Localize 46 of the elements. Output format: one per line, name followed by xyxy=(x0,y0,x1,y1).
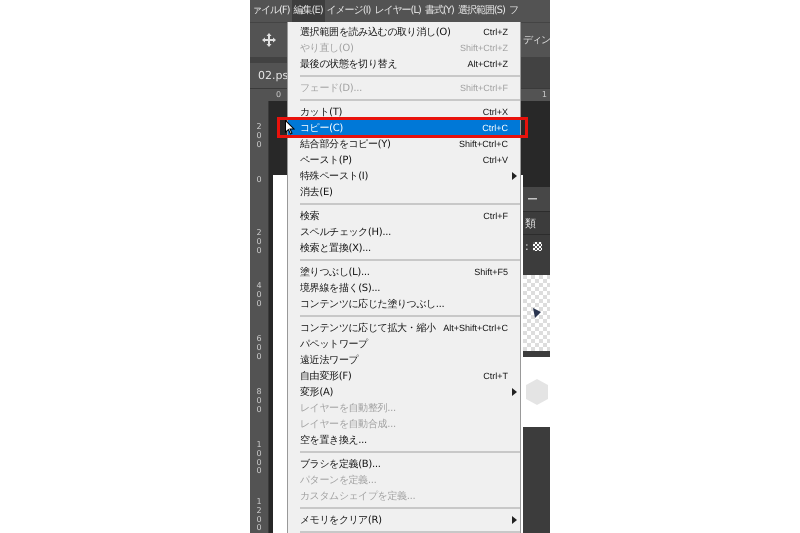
menu-item[interactable]: 結合部分をコピー(Y) Shift+Ctrl+C xyxy=(288,136,520,152)
options-text: ディン xyxy=(523,34,550,47)
menu-item[interactable]: ペースト(P) Ctrl+V xyxy=(288,152,520,168)
menu-item[interactable]: 境界線を描く(S)... xyxy=(288,280,520,296)
menu-bar-item[interactable]: ァイル(F) xyxy=(250,0,292,22)
menu-item[interactable]: 遠近法ワープ xyxy=(288,352,520,368)
ruler-number: 0 xyxy=(255,176,263,186)
menu-item[interactable]: メモリをクリア(R) xyxy=(288,512,520,528)
ruler-number: 200 xyxy=(255,229,263,257)
ruler-number: 1 xyxy=(542,89,547,101)
menu-bar-item[interactable]: イメージ(I) xyxy=(324,0,372,22)
menu-item[interactable]: 変形(A) xyxy=(288,384,520,400)
menu-item[interactable]: コンテンツに応じた塗りつぶし... xyxy=(288,296,520,312)
layer-thumbnail[interactable] xyxy=(523,357,550,427)
layer-thumbnail[interactable] xyxy=(523,275,550,351)
ruler-number: 200 xyxy=(255,123,263,151)
menu-item[interactable]: 特殊ペースト(I) xyxy=(288,168,520,184)
menu-item[interactable]: カット(T) Ctrl+X xyxy=(288,104,520,120)
menu-item[interactable]: 選択範囲を読み込むの取り消し(O) Ctrl+Z xyxy=(288,24,520,40)
menu-bar-item[interactable]: 編集(E) xyxy=(292,0,325,22)
menu-item[interactable]: ブラシを定義(B)... xyxy=(288,456,520,472)
cursor-icon xyxy=(285,120,295,135)
menu-bar-item[interactable]: 書式(Y) xyxy=(422,0,456,22)
ruler-number: 1200 xyxy=(255,498,263,533)
ruler-number: 600 xyxy=(255,335,263,363)
ruler-number: 400 xyxy=(255,282,263,310)
menu-bar-item[interactable]: フ xyxy=(506,0,520,22)
menu-item[interactable]: パペットワープ xyxy=(288,336,520,352)
move-icon[interactable] xyxy=(262,33,276,47)
menu-item[interactable]: 検索 Ctrl+F xyxy=(288,208,520,224)
colon-text: : xyxy=(525,240,529,252)
ruler-number: 1000 xyxy=(255,441,263,476)
menu-item[interactable]: コンテンツに応じて拡大・縮小 Alt+Shift+Ctrl+C xyxy=(288,320,520,336)
ruler-number: 0 xyxy=(276,89,282,101)
menu-item[interactable]: 自由変形(F) Ctrl+T xyxy=(288,368,520,384)
menu-item[interactable]: 塗りつぶし(L)... Shift+F5 xyxy=(288,264,520,280)
menu-item[interactable]: 消去(E) xyxy=(288,184,520,200)
menu-item[interactable]: 空を置き換え... xyxy=(288,432,520,448)
menu-item[interactable]: コピー(C) Ctrl+C xyxy=(288,120,520,136)
menu-item[interactable]: 検索と置換(X)... xyxy=(288,240,520,256)
menu-bar-item[interactable]: レイヤー(L) xyxy=(372,0,423,22)
checker-icon[interactable] xyxy=(532,242,542,250)
menu-item[interactable]: スペルチェック(H)... xyxy=(288,224,520,240)
ruler-number: 800 xyxy=(255,388,263,416)
menu-bar-item[interactable]: 選択範囲(S) xyxy=(456,0,507,22)
filter-label: 類 xyxy=(525,216,536,230)
